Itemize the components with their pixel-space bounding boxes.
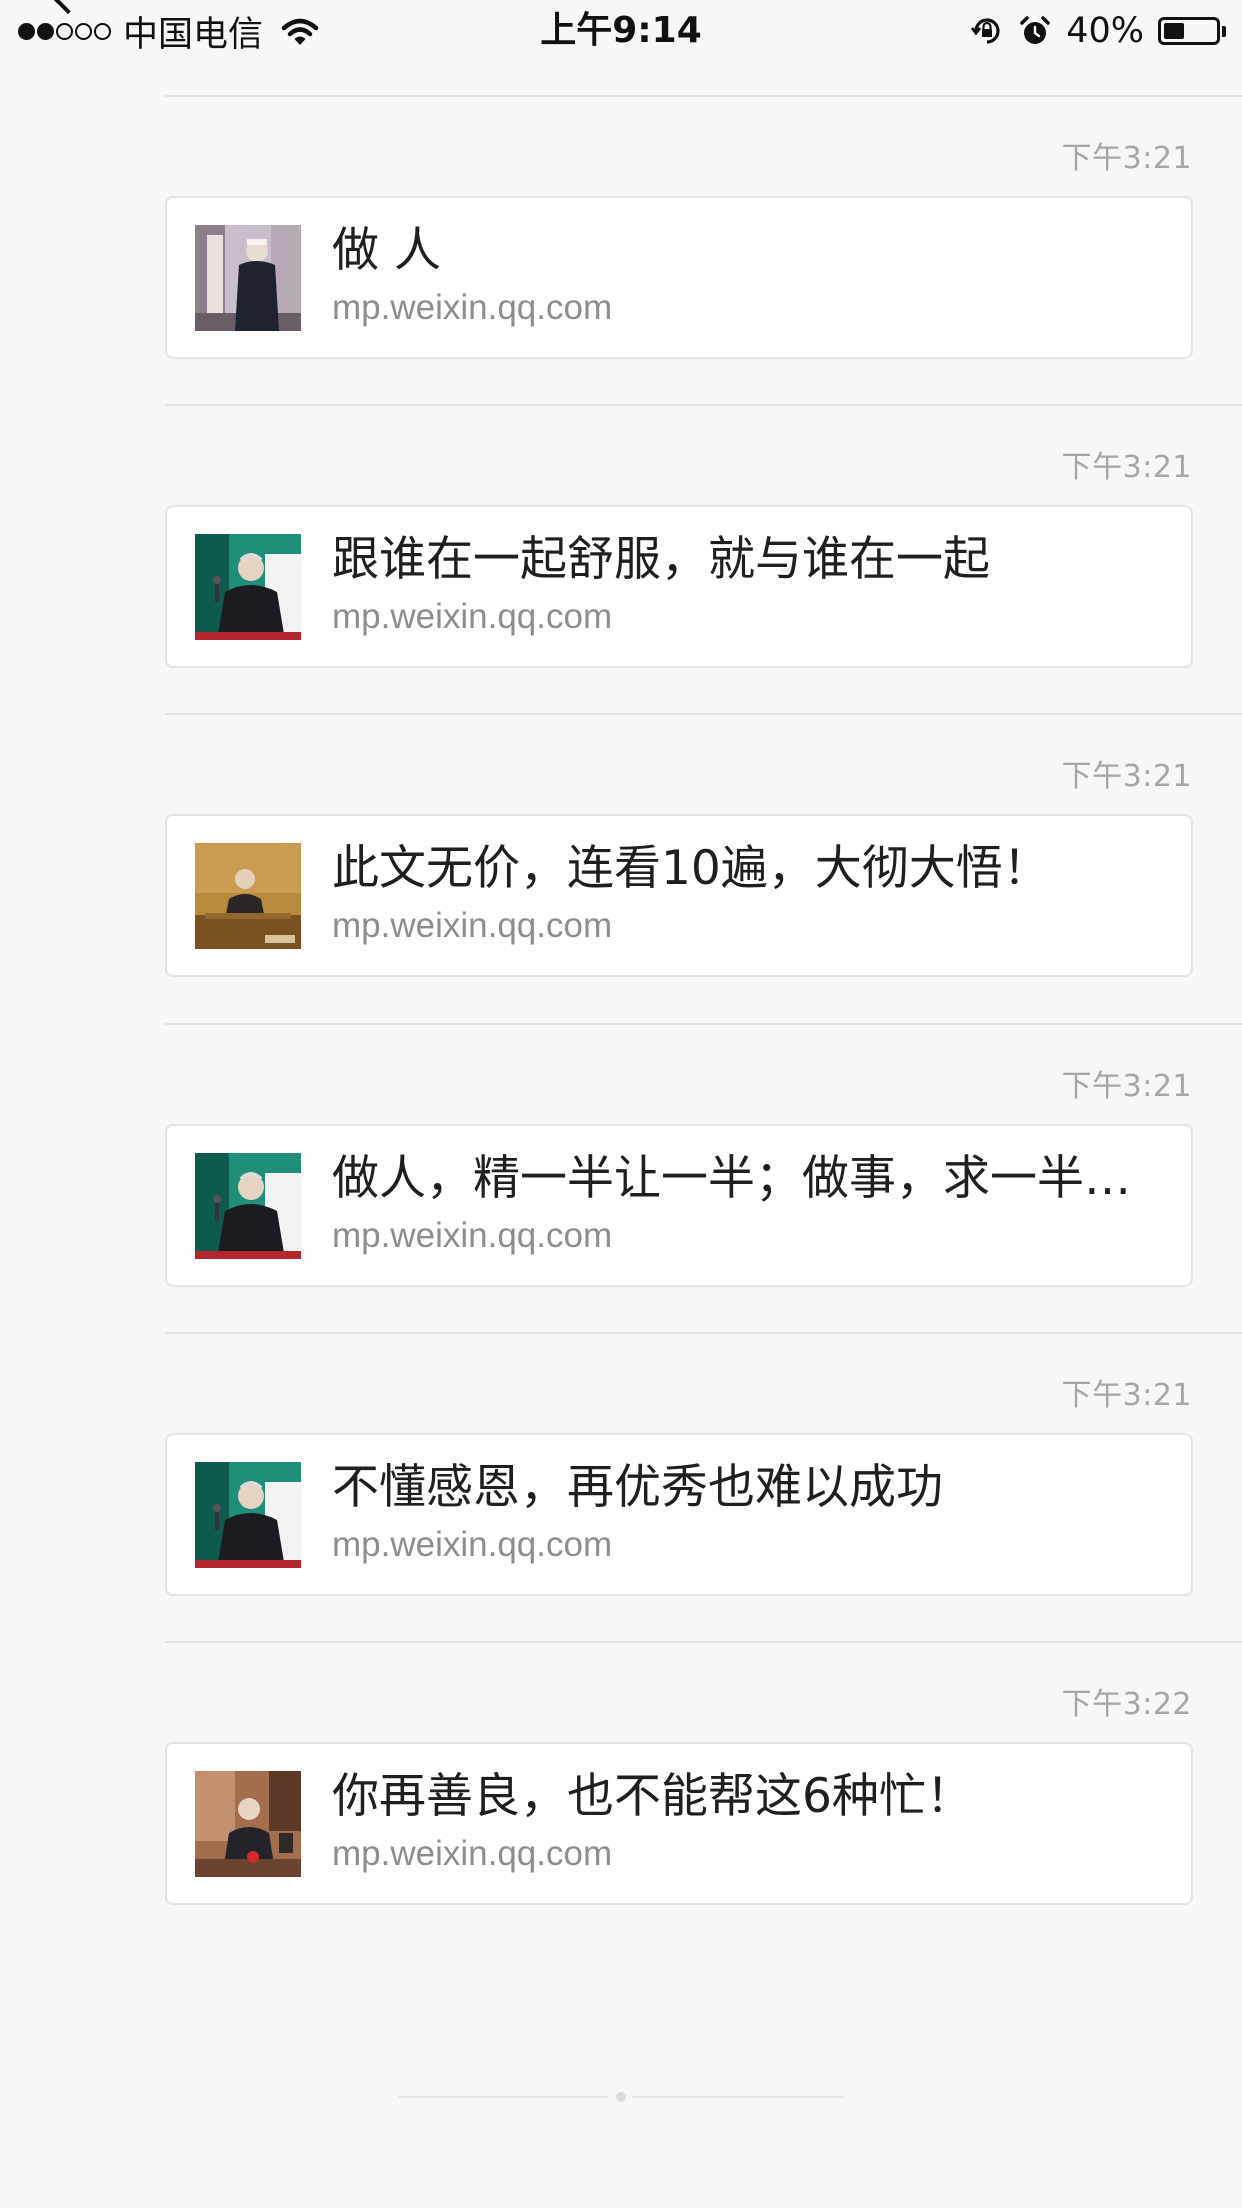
article-thumbnail xyxy=(195,1771,301,1877)
article-source: mp.weixin.qq.com xyxy=(332,1215,613,1255)
article-source: mp.weixin.qq.com xyxy=(332,288,613,327)
article-title: 不懂感恩，再优秀也难以成功 xyxy=(332,1459,943,1515)
article-title: 此文无价，连看10遍，大彻大悟！ xyxy=(332,841,1050,897)
message-item: 下午3:21 不懂感恩，再优秀也难以成功 mp.weixin.qq.com xyxy=(0,1331,1242,1641)
article-title: 跟谁在一起舒服，就与谁在一起 xyxy=(332,532,990,588)
page-dot xyxy=(616,2092,626,2102)
battery-icon xyxy=(1158,17,1226,45)
article-link-card[interactable]: 你再善良，也不能帮这6种忙！ mp.weixin.qq.com xyxy=(165,1742,1193,1905)
message-timestamp: 下午3:21 xyxy=(1061,450,1192,486)
article-thumbnail xyxy=(195,225,301,331)
message-timestamp: 下午3:21 xyxy=(1061,141,1192,176)
article-source: mp.weixin.qq.com xyxy=(332,906,613,946)
message-timestamp: 下午3:21 xyxy=(1061,1377,1192,1413)
article-link-card[interactable]: 做人，精一半让一半；做事，求一半… mp.weixin.qq.com xyxy=(165,1123,1193,1287)
message-divider xyxy=(165,404,1242,407)
message-divider xyxy=(165,95,1242,97)
alarm-clock-icon xyxy=(1018,14,1052,48)
message-timestamp: 下午3:21 xyxy=(1061,1068,1192,1104)
article-link-card[interactable]: 做 人 mp.weixin.qq.com xyxy=(165,196,1193,359)
message-item: 下午3:21 做 人 mp.weixin.qq.com xyxy=(0,95,1242,404)
article-thumbnail xyxy=(195,534,301,641)
message-divider xyxy=(165,1022,1242,1025)
battery-percent: 40% xyxy=(1066,11,1144,51)
rotation-lock-icon xyxy=(970,14,1004,48)
message-divider xyxy=(165,1331,1242,1334)
article-thumbnail xyxy=(195,843,301,950)
article-thumbnail xyxy=(195,1152,301,1259)
article-link-card[interactable]: 此文无价，连看10遍，大彻大悟！ mp.weixin.qq.com xyxy=(165,814,1193,978)
article-link-card[interactable]: 跟谁在一起舒服，就与谁在一起 mp.weixin.qq.com xyxy=(165,505,1193,669)
article-source: mp.weixin.qq.com xyxy=(332,597,613,637)
article-source: mp.weixin.qq.com xyxy=(332,1524,613,1564)
article-title: 你再善良，也不能帮这6种忙！ xyxy=(332,1769,973,1824)
article-title: 做 人 xyxy=(332,223,441,278)
article-title: 做人，精一半让一半；做事，求一半… xyxy=(332,1150,1131,1206)
status-bar: 中国电信 上午9:14 40% xyxy=(0,0,1242,62)
message-item: 下午3:21 跟谁在一起舒服，就与谁在一起 mp.weixin.qq.com xyxy=(0,404,1242,713)
message-timestamp: 下午3:21 xyxy=(1061,759,1192,795)
list-end-indicator xyxy=(398,2091,844,2103)
article-link-card[interactable]: 不懂感恩，再优秀也难以成功 mp.weixin.qq.com xyxy=(165,1432,1193,1596)
message-item: 下午3:22 你再善良，也不能帮这6种忙！ mp.weixin.qq.com xyxy=(0,1641,1242,1950)
article-thumbnail xyxy=(195,1461,301,1568)
message-timestamp: 下午3:22 xyxy=(1061,1687,1192,1722)
message-item: 下午3:21 做人，精一半让一半；做事，求一半… mp.weixin.qq.co… xyxy=(0,1022,1242,1332)
article-source: mp.weixin.qq.com xyxy=(332,1834,613,1873)
message-divider xyxy=(165,1641,1242,1643)
message-item: 下午3:21 此文无价，连看10遍，大彻大悟！ mp.weixin.qq.com xyxy=(0,713,1242,1022)
status-right: 40% xyxy=(970,8,1226,54)
message-divider xyxy=(165,713,1242,716)
